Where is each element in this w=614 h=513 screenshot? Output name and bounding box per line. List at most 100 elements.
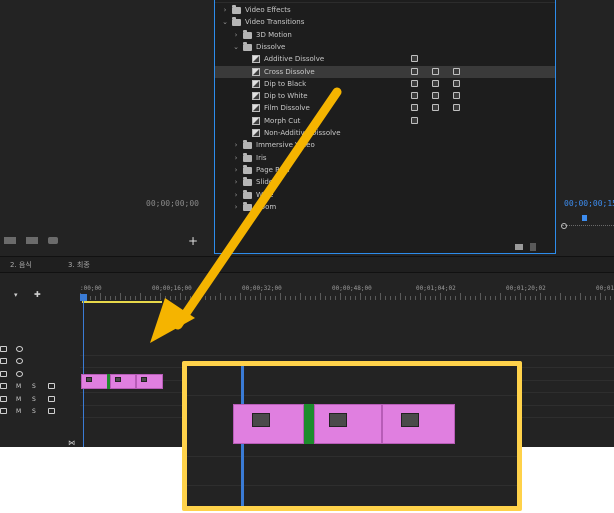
audio-track-header[interactable]: MS	[0, 381, 80, 393]
overwrite-icon[interactable]	[26, 237, 38, 244]
transition-icon	[252, 116, 260, 125]
ruler-tick	[435, 296, 436, 300]
audio-track-header[interactable]: MS	[0, 406, 80, 418]
video-track-header[interactable]	[0, 356, 80, 368]
effect-item[interactable]: Morph Cut	[215, 115, 555, 127]
ruler-tick	[405, 296, 406, 300]
effects-folder[interactable]: › Video Effects	[215, 4, 555, 16]
source-timecode: 00;00;00;00	[146, 199, 199, 208]
zoom-handle-icon[interactable]	[561, 223, 567, 229]
chevron-right-icon[interactable]: ›	[232, 176, 240, 188]
speaker-icon[interactable]	[0, 383, 7, 390]
snap-icon[interactable]: ⋈	[68, 439, 75, 447]
effect-item[interactable]: Film Dissolve	[215, 102, 555, 114]
mic-icon[interactable]	[48, 395, 55, 402]
transition-icon	[252, 92, 260, 101]
track-s-button[interactable]: S	[32, 383, 36, 390]
mic-icon[interactable]	[48, 408, 55, 414]
chevron-down-icon[interactable]: ⌄	[232, 41, 240, 53]
add-button-icon[interactable]: +	[188, 234, 198, 248]
tab-sequence-2[interactable]: 2. 음식	[10, 260, 32, 270]
track-m-button[interactable]: M	[16, 383, 21, 390]
playhead-head-icon[interactable]	[80, 294, 87, 301]
folder-icon	[232, 5, 241, 14]
effects-folder[interactable]: › 3D Motion	[215, 29, 555, 41]
chevron-right-icon[interactable]: ›	[232, 189, 240, 201]
ruler-tick	[295, 296, 296, 300]
playhead-line[interactable]	[83, 295, 84, 447]
accelerated-badge-icon	[432, 92, 439, 100]
timeline-clip[interactable]	[110, 374, 136, 389]
camera-icon[interactable]	[0, 358, 7, 365]
chevron-right-icon[interactable]: ›	[232, 152, 240, 164]
track-s-button[interactable]: S	[32, 396, 36, 403]
ruler-tick	[330, 296, 331, 300]
effects-folder[interactable]: ⌄ Video Transitions	[215, 16, 555, 28]
delete-icon[interactable]	[530, 243, 536, 251]
ruler-tick	[450, 296, 451, 300]
camera-icon[interactable]	[0, 346, 7, 352]
speaker-icon[interactable]	[0, 408, 7, 414]
effect-item[interactable]: Non-Additive Dissolve	[215, 127, 555, 139]
ruler-tick	[590, 296, 591, 300]
effect-label: Morph Cut	[264, 116, 301, 125]
effects-folder[interactable]: › Iris	[215, 152, 555, 164]
chevron-right-icon[interactable]: ›	[232, 29, 240, 41]
export-frame-icon[interactable]	[48, 237, 58, 244]
track-s-button[interactable]: S	[32, 408, 36, 415]
ruler-label: 00;00;16;00	[152, 285, 192, 292]
track-m-button[interactable]: M	[16, 408, 21, 415]
ruler-tick	[120, 293, 121, 300]
effect-item[interactable]: Additive Dissolve	[215, 53, 555, 65]
chevron-right-icon[interactable]: ›	[232, 139, 240, 151]
chevron-right-icon[interactable]: ›	[232, 164, 240, 176]
playhead-marker-icon[interactable]	[582, 215, 587, 221]
effects-folder[interactable]: › Immersive Video	[215, 139, 555, 151]
audio-track-header[interactable]: MS	[0, 394, 80, 406]
ruler-tick	[505, 296, 506, 300]
ruler-tick	[400, 293, 401, 300]
ruler-tick	[270, 296, 271, 300]
effects-folder[interactable]: ⌄ Dissolve	[215, 41, 555, 53]
effects-folder[interactable]: › Slide	[215, 176, 555, 188]
ruler-tick	[465, 296, 466, 300]
eye-icon[interactable]	[16, 370, 23, 377]
effects-folder[interactable]: › Page Peel	[215, 164, 555, 176]
mic-icon[interactable]	[48, 383, 55, 390]
chevron-right-icon[interactable]: ›	[232, 201, 240, 213]
chevron-right-icon[interactable]: ›	[221, 4, 229, 16]
effect-label: Non-Additive Dissolve	[264, 129, 341, 137]
program-scrubber[interactable]	[562, 215, 614, 226]
ruler-tick	[235, 296, 236, 300]
insert-icon[interactable]	[4, 237, 16, 244]
effect-item[interactable]: Cross Dissolve	[215, 65, 555, 78]
ruler-tick	[245, 296, 246, 300]
ruler-tick	[510, 296, 511, 300]
accelerated-badge-icon	[453, 92, 460, 100]
ruler-tick	[240, 293, 241, 300]
track-m-button[interactable]: M	[16, 396, 21, 403]
ruler-tick	[495, 296, 496, 300]
new-bin-icon[interactable]	[515, 244, 523, 250]
ruler-tick	[345, 296, 346, 300]
eye-icon[interactable]	[16, 346, 23, 352]
effect-item[interactable]: Dip to Black	[215, 78, 555, 90]
speaker-icon[interactable]	[0, 395, 7, 402]
timeline-clip[interactable]: fx	[81, 374, 109, 389]
effect-label: Slide	[256, 178, 274, 187]
timeline-clip[interactable]	[136, 374, 163, 389]
wrench-icon[interactable]: ✚	[34, 290, 41, 299]
effect-item[interactable]: Dip to White	[215, 90, 555, 102]
effects-folder[interactable]: › Wipe	[215, 189, 555, 201]
video-track-header[interactable]	[0, 369, 80, 381]
effects-folder[interactable]: › Zoom	[215, 201, 555, 213]
timeline-ruler[interactable]: :00;00 00;00;16;00 00;00;32;00 00;00;48;00 0…	[80, 283, 614, 303]
eye-icon[interactable]	[16, 358, 23, 365]
tab-sequence-3[interactable]: 3. 최종	[68, 260, 90, 270]
chevron-down-icon[interactable]: ⌄	[221, 16, 229, 28]
camera-icon[interactable]	[0, 370, 7, 377]
ruler-tick	[565, 296, 566, 300]
marker-icon[interactable]: ▾	[14, 291, 18, 299]
video-track-header[interactable]	[0, 344, 80, 356]
ruler-tick	[525, 296, 526, 300]
